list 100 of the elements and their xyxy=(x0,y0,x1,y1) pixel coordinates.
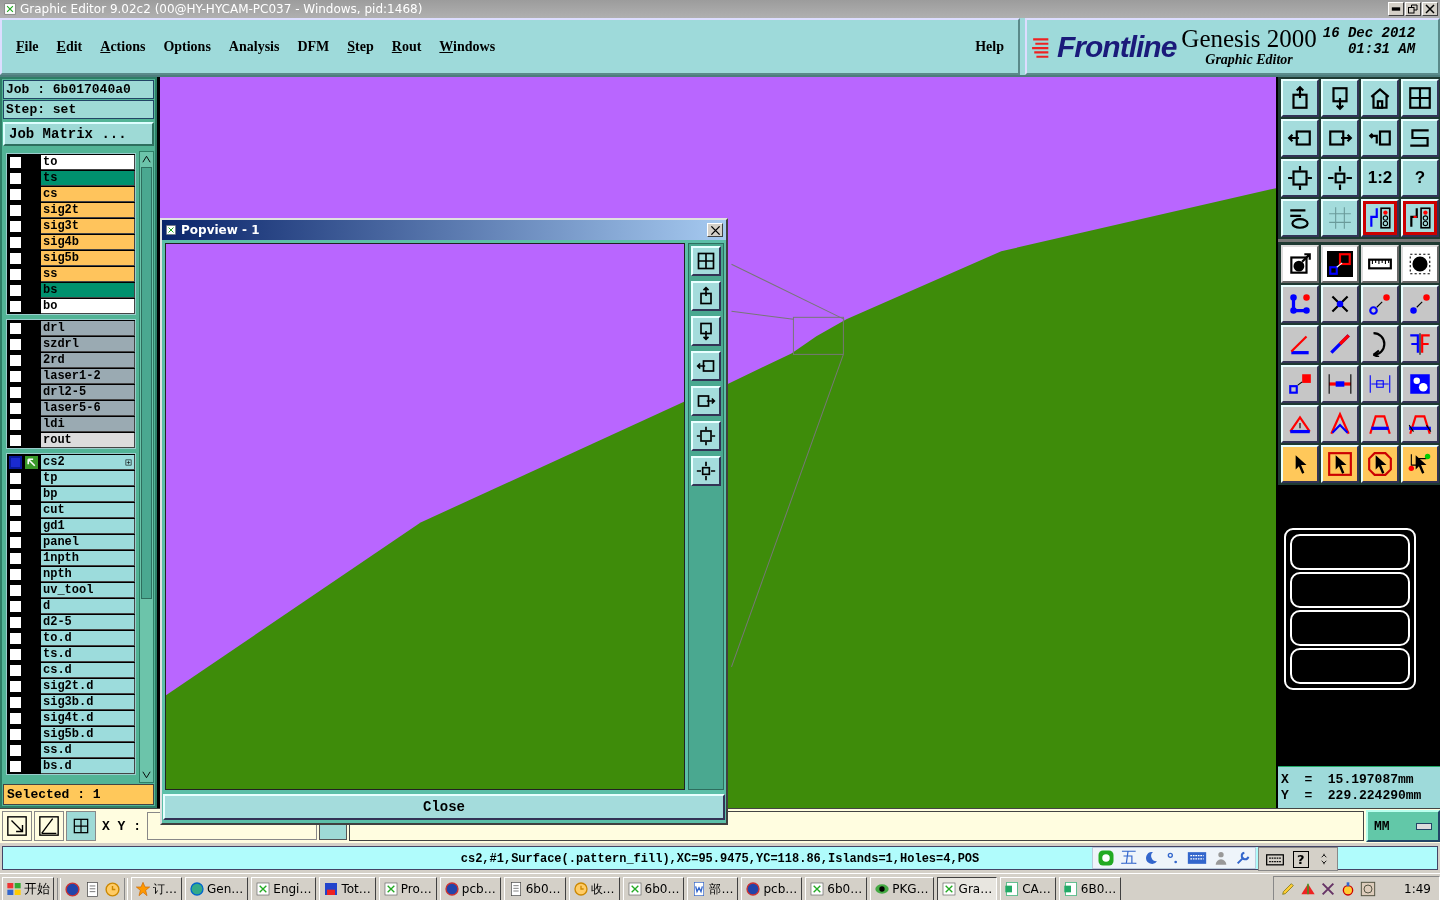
layer-checkbox[interactable] xyxy=(9,743,22,757)
layer-name[interactable]: sig4t.d xyxy=(41,710,135,726)
edit-tool-button[interactable] xyxy=(1281,245,1319,283)
layer-name[interactable]: d xyxy=(41,598,135,614)
popview-tool-button[interactable] xyxy=(691,456,722,486)
layer-name[interactable]: sig3t xyxy=(41,218,135,234)
job-matrix-button[interactable]: Job Matrix ... xyxy=(3,122,154,146)
menu-item[interactable]: File xyxy=(16,38,39,55)
layer-checkbox[interactable] xyxy=(9,171,22,185)
layer-checkbox[interactable] xyxy=(9,567,22,581)
taskbar-button[interactable]: 收… xyxy=(568,877,620,900)
layer-name[interactable]: bo xyxy=(41,298,135,314)
layer-name[interactable]: to xyxy=(41,154,135,170)
notepad-icon[interactable] xyxy=(84,880,101,898)
layer-checkbox[interactable] xyxy=(9,487,22,501)
menu-item[interactable]: Actions xyxy=(100,38,146,55)
layer-name[interactable]: to.d xyxy=(41,630,135,646)
cross-icon[interactable] xyxy=(1320,881,1337,897)
layer-name[interactable]: bs.d xyxy=(41,758,135,774)
layer-name[interactable]: sig2t.d xyxy=(41,678,135,694)
popview-tool-button[interactable] xyxy=(691,246,722,276)
layer-checkbox[interactable] xyxy=(9,235,22,249)
taskbar-button[interactable]: Engi… xyxy=(251,877,317,900)
layer-name[interactable]: ss xyxy=(41,266,135,282)
edit-tool-button[interactable] xyxy=(1361,245,1399,283)
layer-checkbox[interactable] xyxy=(9,647,22,661)
layer-name[interactable]: cs2 xyxy=(41,454,135,470)
taskbar-button[interactable]: pcb… xyxy=(741,877,803,900)
view-tool-button[interactable] xyxy=(1321,199,1359,237)
close-button[interactable]: Close xyxy=(163,794,725,820)
taskbar-button[interactable]: 部… xyxy=(687,877,739,900)
menu-item[interactable]: Step xyxy=(347,38,374,55)
view-tool-button[interactable]: ? xyxy=(1401,159,1439,197)
layer-name[interactable]: szdrl xyxy=(41,336,135,352)
layer-name[interactable]: gd1 xyxy=(41,518,135,534)
view-tool-button[interactable] xyxy=(1281,79,1319,117)
scroll-down-icon[interactable] xyxy=(141,769,152,780)
layer-name[interactable]: cut xyxy=(41,502,135,518)
layer-checkbox[interactable] xyxy=(9,631,22,645)
layer-name[interactable]: panel xyxy=(41,534,135,550)
layer-name[interactable]: drl2-5 xyxy=(41,384,135,400)
edit-tool-button[interactable] xyxy=(1321,245,1359,283)
wrench-icon[interactable] xyxy=(1235,850,1251,866)
taskbar-button[interactable]: Tot… xyxy=(319,877,376,900)
taskbar-button[interactable]: 订… xyxy=(131,877,182,900)
layer-name[interactable]: cs.d xyxy=(41,662,135,678)
globe-icon[interactable] xyxy=(64,880,81,898)
taskbar-button[interactable]: Gra… xyxy=(936,877,998,900)
person-icon[interactable] xyxy=(1213,850,1229,866)
close-button[interactable] xyxy=(707,223,723,237)
layer-name[interactable]: uv_tool xyxy=(41,582,135,598)
menu-item[interactable]: Options xyxy=(163,38,211,55)
taskbar-button[interactable]: PKG… xyxy=(870,877,934,900)
start-button[interactable]: 开始 xyxy=(2,877,54,900)
layer-checkbox[interactable] xyxy=(9,535,22,549)
layer-name[interactable]: npth xyxy=(41,566,135,582)
layer-checkbox[interactable] xyxy=(9,615,22,629)
scroll-thumb[interactable] xyxy=(141,167,152,599)
menu-item[interactable]: Analysis xyxy=(228,38,280,55)
layer-checkbox[interactable] xyxy=(9,401,22,415)
layer-name[interactable]: 2rd xyxy=(41,352,135,368)
layer-name[interactable]: sig4b xyxy=(41,234,135,250)
layer-checkbox[interactable] xyxy=(9,519,22,533)
taskbar-button[interactable]: 6B0… xyxy=(1058,877,1122,900)
layer-name[interactable]: sig3b.d xyxy=(41,694,135,710)
taskbar-button[interactable]: pcb… xyxy=(439,877,501,900)
taskbar-button[interactable]: 6b0… xyxy=(805,877,868,900)
view-tool-button[interactable] xyxy=(1401,199,1439,237)
minimize-button[interactable] xyxy=(1388,2,1404,16)
layer-checkbox[interactable] xyxy=(9,385,22,399)
layer-name[interactable]: drl xyxy=(41,320,135,336)
input-mode[interactable]: 五 xyxy=(1121,849,1137,867)
layer-checkbox[interactable] xyxy=(9,337,22,351)
layer-checkbox[interactable] xyxy=(9,321,22,335)
taskbar-button[interactable]: 6b0… xyxy=(503,877,566,900)
menu-item[interactable]: Rout xyxy=(391,38,422,55)
view-tool-button[interactable] xyxy=(1401,119,1439,157)
popview-tool-button[interactable] xyxy=(691,281,722,311)
view-tool-button[interactable] xyxy=(1281,199,1319,237)
layer-checkbox[interactable] xyxy=(9,251,22,265)
layer-name[interactable]: bp xyxy=(41,486,135,502)
taskbar-button[interactable]: 6b0… xyxy=(622,877,685,900)
layer-checkbox[interactable] xyxy=(9,283,22,297)
layer-name[interactable]: ldi xyxy=(41,416,135,432)
layer-name[interactable]: sig5b.d xyxy=(41,726,135,742)
layer-name[interactable]: bs xyxy=(41,282,135,298)
layer-name[interactable]: sig5b xyxy=(41,250,135,266)
moon-icon[interactable] xyxy=(1143,850,1159,866)
taskbar-button[interactable]: Pro… xyxy=(378,877,437,900)
layer-name[interactable]: ss.d xyxy=(41,742,135,758)
layer-name[interactable]: tp xyxy=(41,470,135,486)
layer-name[interactable]: ts xyxy=(41,170,135,186)
scroll-up-icon[interactable] xyxy=(141,154,152,165)
popview-tool-button[interactable] xyxy=(691,351,722,381)
menu-item[interactable]: Edit xyxy=(56,38,83,55)
view-tool-button[interactable]: 1:2 xyxy=(1361,159,1399,197)
menu-item[interactable]: Windows xyxy=(439,38,496,55)
popview-tool-button[interactable] xyxy=(691,386,722,416)
view-tool-button[interactable] xyxy=(1361,79,1399,117)
layer-name[interactable]: rout xyxy=(41,432,135,448)
